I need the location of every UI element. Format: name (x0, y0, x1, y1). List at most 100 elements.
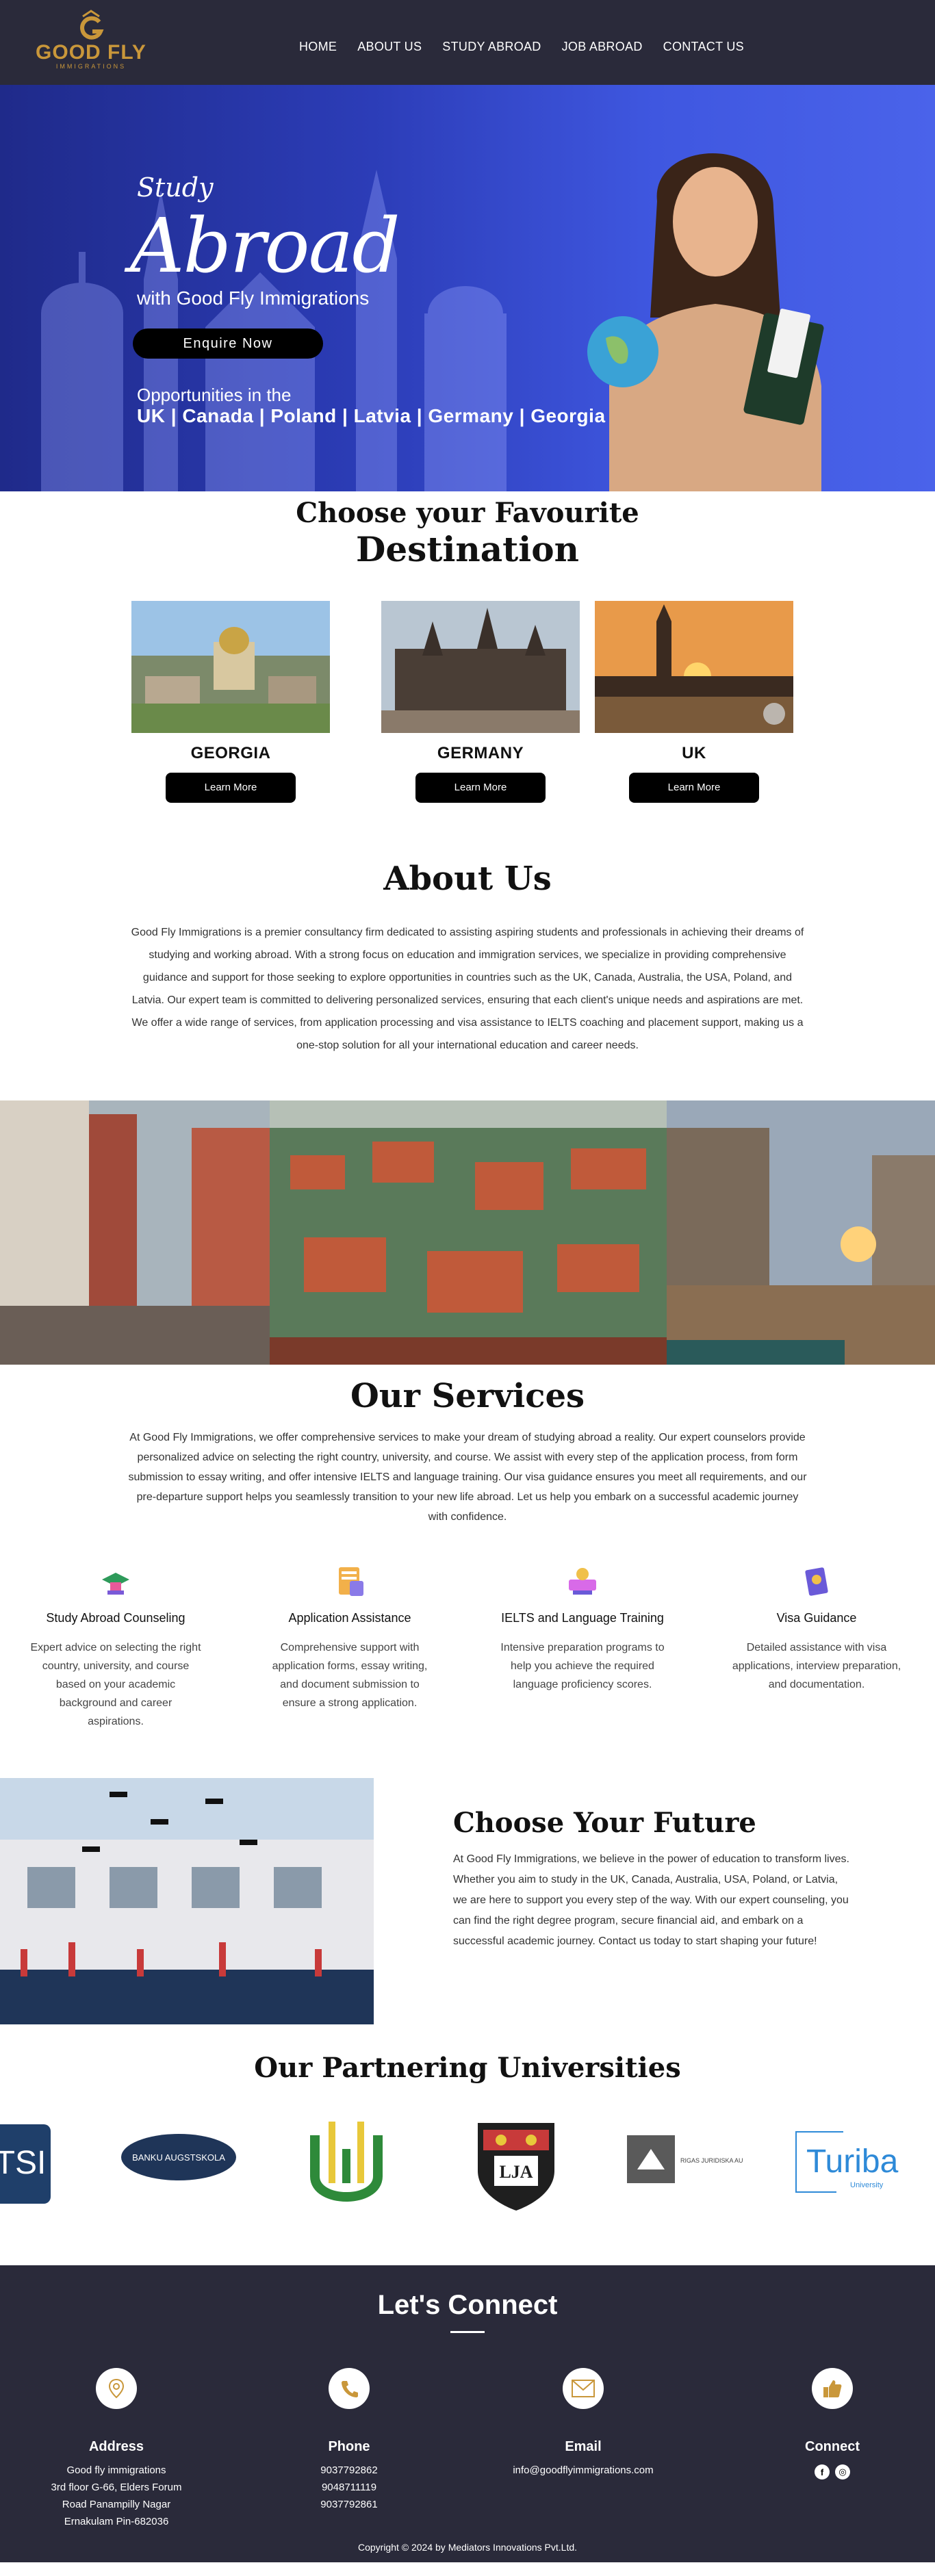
hero-opportunities-text: Opportunities in the (137, 385, 292, 405)
partner-logo-tsi[interactable]: TSI (0, 2124, 52, 2207)
hero-subtitle: with Good Fly Immigrations (137, 287, 370, 309)
partners-title: Our Partnering Universities (254, 2052, 681, 2084)
partner-logo-wheat[interactable] (308, 2115, 385, 2214)
logo[interactable]: GOOD FLY IMMIGRATIONS (33, 10, 149, 70)
email-column: Email info@goodflyimmigrations.com (494, 2368, 672, 2479)
phone-column: Phone 9037792862 9048711119 9037792861 (260, 2368, 438, 2513)
turiba-logo-icon: Turiba University (794, 2130, 899, 2194)
graduation-cap-icon (102, 1573, 129, 1595)
svg-text:Turiba: Turiba (806, 2143, 899, 2180)
instagram-icon[interactable]: ◎ (835, 2464, 850, 2480)
learn-more-button[interactable]: Learn More (166, 773, 296, 803)
georgia-image (131, 601, 330, 733)
phone-icon[interactable] (329, 2368, 370, 2409)
future-section: Choose Your Future At Good Fly Immigrati… (0, 1778, 935, 2028)
phone-number[interactable]: 9048711119 (260, 2479, 438, 2496)
partner-logo-lja[interactable]: LJA (474, 2109, 559, 2215)
service-description: Intensive preparation programs to help y… (500, 1642, 665, 1690)
destination-card-uk: UK Learn More (595, 601, 793, 803)
svg-text:LJA: LJA (499, 2162, 533, 2182)
rigas-juridiska-logo-icon: RIGAS JURIDISKA AUGSTSKOLA (627, 2135, 776, 2183)
address-line: Ernakulam Pin-682036 (64, 2516, 169, 2527)
tsi-logo-icon: TSI (0, 2124, 51, 2204)
thumbs-up-icon (812, 2368, 853, 2409)
connect-title: Let's Connect (377, 2290, 558, 2320)
address-line: Road Panampilly Nagar (62, 2499, 171, 2510)
hero-banner: Study Abroad with Good Fly Immigrations … (0, 85, 935, 491)
phone-number[interactable]: 9037792862 (260, 2462, 438, 2479)
learn-more-button[interactable]: Learn More (415, 773, 546, 803)
enquire-now-button[interactable]: Enquire Now (133, 329, 323, 359)
language-book-icon (569, 1568, 596, 1595)
nav-job-abroad[interactable]: JOB ABROAD (562, 40, 643, 54)
address-title: Address (88, 2439, 144, 2454)
service-description: Detailed assistance with visa applicatio… (732, 1642, 901, 1690)
lja-shield-logo-icon: LJA (478, 2123, 554, 2211)
phone-number[interactable]: 9037792861 (260, 2496, 438, 2513)
nav-home[interactable]: HOME (299, 40, 337, 54)
svg-text:BANKU AUGSTSKOLA: BANKU AUGSTSKOLA (132, 2152, 225, 2163)
main-nav: HOME ABOUT US STUDY ABROAD JOB ABROAD CO… (299, 40, 744, 54)
email-address[interactable]: info@goodflyimmigrations.com (494, 2462, 672, 2479)
destination-name: GEORGIA (190, 744, 271, 762)
about-text: Good Fly Immigrations is a premier consu… (131, 927, 804, 1051)
logo-subtext: IMMIGRATIONS (55, 63, 127, 70)
title-underline (450, 2331, 485, 2333)
email-title: Email (565, 2439, 602, 2454)
service-ielts: IELTS and Language Training Intensive pr… (497, 1560, 668, 1694)
learn-more-button[interactable]: Learn More (629, 773, 759, 803)
future-text: At Good Fly Immigrations, we believe in … (453, 1853, 849, 1947)
partner-logo-banku-augstskola[interactable]: BANKU AUGSTSKOLA (120, 2131, 237, 2187)
logo-text: GOOD FLY (36, 41, 146, 64)
hero-countries-text: UK | Canada | Poland | Latvia | Germany … (137, 405, 606, 426)
hero-person-image (587, 153, 824, 491)
old-town-street-image (0, 1100, 270, 1365)
location-icon (96, 2368, 137, 2409)
nav-about-us[interactable]: ABOUT US (357, 40, 422, 54)
address-text: Good fly immigrations 3rd floor G-66, El… (27, 2462, 205, 2530)
partner-logo-turiba[interactable]: Turiba University (794, 2130, 909, 2196)
service-visa-guidance: Visa Guidance Detailed assistance with v… (731, 1560, 902, 1694)
partners-section: Our Partnering Universities TSI BANKU AU… (0, 2028, 935, 2265)
destination-name: UK (682, 744, 706, 762)
service-study-abroad: Study Abroad Counseling Expert advice on… (30, 1560, 201, 1731)
destinations-section: Choose your Favourite Destination GEORGI… (0, 491, 935, 827)
city-square-sunset-image (667, 1100, 935, 1365)
social-column: Connect f ◎ (743, 2368, 921, 2480)
services-intro: At Good Fly Immigrations, we offer compr… (128, 1432, 807, 1523)
address-line: Good fly immigrations (66, 2464, 166, 2476)
partner-logo-rigas[interactable]: RIGAS JURIDISKA AUGSTSKOLA (627, 2135, 776, 2187)
email-icon[interactable] (563, 2368, 604, 2409)
address-line: 3rd floor G-66, Elders Forum (51, 2482, 182, 2493)
social-links: f ◎ (743, 2464, 921, 2480)
aerial-city-image (270, 1100, 667, 1365)
uk-image (595, 601, 793, 733)
nav-study-abroad[interactable]: STUDY ABROAD (442, 40, 541, 54)
future-title: Choose Your Future (453, 1807, 756, 1839)
destinations-subheading: Destination (356, 529, 579, 569)
services-section: Our Services At Good Fly Immigrations, w… (0, 1365, 935, 1778)
destination-card-germany: GERMANY Learn More (381, 601, 580, 803)
banku-augstskola-logo-icon: BANKU AUGSTSKOLA (121, 2134, 236, 2180)
document-icon (339, 1567, 363, 1596)
passport-icon (805, 1567, 828, 1596)
connect-footer: Let's Connect Address Good fly immigrati… (0, 2265, 935, 2562)
germany-image (381, 601, 580, 733)
logo-mark-icon (80, 10, 104, 40)
phone-title: Phone (328, 2439, 370, 2454)
facebook-icon[interactable]: f (815, 2464, 830, 2480)
services-title: Our Services (350, 1377, 585, 1415)
city-photo-strip (0, 1100, 935, 1365)
service-title: Application Assistance (288, 1611, 411, 1625)
service-application-assistance: Application Assistance Comprehensive sup… (264, 1560, 435, 1712)
phone-numbers: 9037792862 9048711119 9037792861 (260, 2462, 438, 2513)
about-section: About Us Good Fly Immigrations is a prem… (0, 827, 935, 1100)
svg-text:University: University (850, 2181, 884, 2189)
service-description: Comprehensive support with application f… (272, 1642, 428, 1709)
site-header: GOOD FLY IMMIGRATIONS HOME ABOUT US STUD… (0, 0, 935, 85)
about-title: About Us (383, 860, 552, 898)
nav-contact-us[interactable]: CONTACT US (663, 40, 744, 54)
svg-text:RIGAS JURIDISKA AUGSTSKOLA: RIGAS JURIDISKA AUGSTSKOLA (680, 2157, 743, 2164)
service-title: Visa Guidance (776, 1611, 857, 1625)
service-title: Study Abroad Counseling (46, 1611, 185, 1625)
